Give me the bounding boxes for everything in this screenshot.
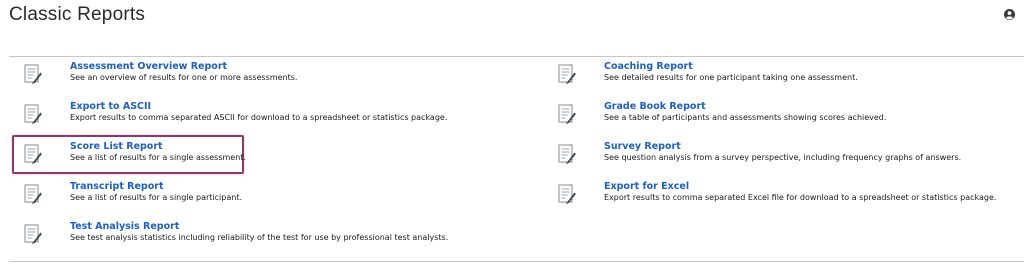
report-description: Export results to comma separated ASCII … <box>70 113 448 122</box>
page-title: Classic Reports <box>9 4 146 25</box>
document-pencil-icon <box>24 184 42 205</box>
report-item-test-analysis[interactable]: Test Analysis Report See test analysis s… <box>24 221 484 257</box>
report-description: See a list of results for a single asses… <box>70 153 246 162</box>
document-pencil-icon <box>558 144 576 165</box>
report-item-export-excel[interactable]: Export for Excel Export results to comma… <box>558 181 1018 217</box>
report-title[interactable]: Score List Report <box>70 141 163 152</box>
document-pencil-icon <box>558 64 576 85</box>
report-item-export-ascii[interactable]: Export to ASCII Export results to comma … <box>24 101 484 137</box>
footer-divider <box>9 261 1024 262</box>
document-pencil-icon <box>558 104 576 125</box>
report-description: Export results to comma separated Excel … <box>604 193 997 202</box>
report-description: See a table of participants and assessme… <box>604 113 887 122</box>
document-pencil-icon <box>24 144 42 165</box>
document-pencil-icon <box>24 104 42 125</box>
report-item-assessment-overview[interactable]: Assessment Overview Report See an overvi… <box>24 61 484 97</box>
report-description: See test analysis statistics including r… <box>70 233 449 242</box>
header-divider <box>9 56 1024 57</box>
report-item-grade-book[interactable]: Grade Book Report See a table of partici… <box>558 101 1018 137</box>
report-description: See a list of results for a single parti… <box>70 193 242 202</box>
report-item-coaching[interactable]: Coaching Report See detailed results for… <box>558 61 1018 97</box>
report-item-survey[interactable]: Survey Report See question analysis from… <box>558 141 1018 177</box>
report-title[interactable]: Test Analysis Report <box>70 221 179 232</box>
report-title[interactable]: Assessment Overview Report <box>70 61 227 72</box>
report-description: See question analysis from a survey pers… <box>604 153 962 162</box>
report-title[interactable]: Export for Excel <box>604 181 689 192</box>
report-title[interactable]: Survey Report <box>604 141 681 152</box>
document-pencil-icon <box>24 64 42 85</box>
report-item-score-list[interactable]: Score List Report See a list of results … <box>24 141 484 177</box>
report-title[interactable]: Transcript Report <box>70 181 163 192</box>
report-description: See an overview of results for one or mo… <box>70 73 298 82</box>
report-title[interactable]: Export to ASCII <box>70 101 151 112</box>
report-item-transcript[interactable]: Transcript Report See a list of results … <box>24 181 484 217</box>
report-title[interactable]: Grade Book Report <box>604 101 706 112</box>
document-pencil-icon <box>558 184 576 205</box>
report-description: See detailed results for one participant… <box>604 73 858 82</box>
document-pencil-icon <box>24 224 42 245</box>
user-circle-icon[interactable] <box>1004 9 1015 20</box>
report-title[interactable]: Coaching Report <box>604 61 693 72</box>
